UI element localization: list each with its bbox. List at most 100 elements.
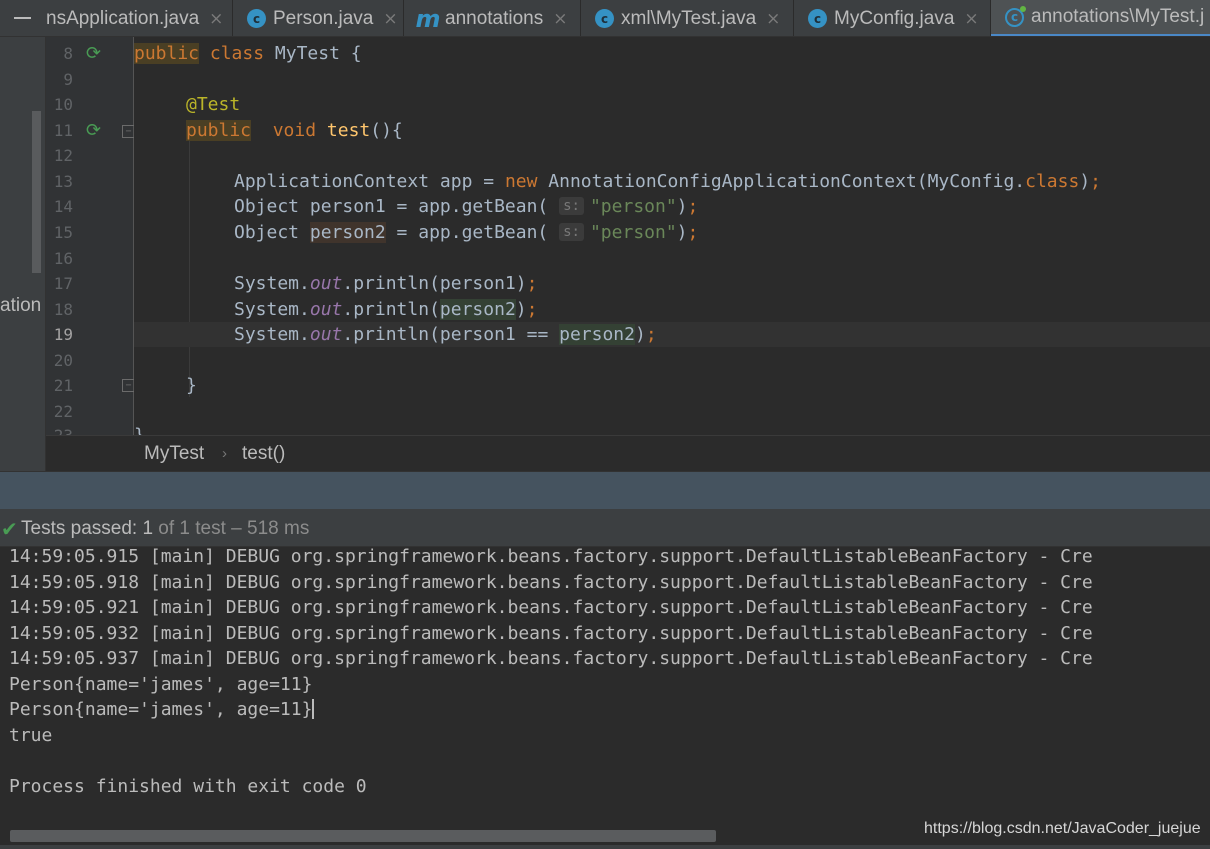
method-name: test xyxy=(326,120,371,141)
code-text: } xyxy=(186,375,197,396)
console-line: 14:59:05.937 [main] DEBUG org.springfram… xyxy=(9,648,1093,669)
code-text: .println(person1) xyxy=(342,273,527,294)
left-scrollbar[interactable] xyxy=(32,111,41,273)
class-icon: c xyxy=(808,9,827,28)
tab-label: annotations xyxy=(445,7,544,29)
breadcrumb-class[interactable]: MyTest xyxy=(144,443,204,465)
editor-tab-bar: nsApplication.java × c Person.java × m a… xyxy=(0,0,1210,37)
breadcrumb-method[interactable]: test() xyxy=(242,443,285,465)
line-number: 15 xyxy=(53,223,73,242)
class-icon: c xyxy=(595,9,614,28)
code-text: ) xyxy=(1079,171,1091,192)
code-text: .println(person1 == xyxy=(342,324,560,345)
tab-xml-mytest[interactable]: c xml\MyTest.java × xyxy=(581,0,794,36)
run-test-icon[interactable]: ⟳ xyxy=(86,122,104,140)
status-total: of 1 test xyxy=(153,518,226,539)
static-field: out xyxy=(309,273,343,294)
variable-highlight: person2 xyxy=(439,299,516,320)
code-line-8: public class MyTest { xyxy=(134,41,1210,66)
text-caret xyxy=(312,699,315,719)
keyword: public xyxy=(134,43,200,64)
line-number: 23 xyxy=(46,423,73,435)
console-line: Process finished with exit code 0 xyxy=(9,776,367,797)
line-number: 20 xyxy=(53,351,73,370)
close-icon[interactable]: × xyxy=(553,9,567,29)
line-number: 12 xyxy=(53,146,73,165)
semicolon: ; xyxy=(1090,171,1101,192)
line-number: 9 xyxy=(63,70,73,89)
code-text: AnnotationConfigApplicationContext(MyCon… xyxy=(537,171,1026,192)
keyword: public xyxy=(186,120,252,141)
status-prefix: Tests passed: xyxy=(21,518,143,539)
scrollbar-thumb[interactable] xyxy=(10,830,716,842)
console-line: Person{name='james', age=11} xyxy=(9,674,313,695)
code-line-11: public void test(){ xyxy=(134,118,1210,143)
run-class-icon[interactable]: ⟳ xyxy=(86,45,104,63)
minimize-icon[interactable] xyxy=(14,17,31,19)
static-field: out xyxy=(309,324,343,345)
semicolon: ; xyxy=(526,299,538,320)
breadcrumb: MyTest › test() xyxy=(46,435,1210,471)
tab-myconfig[interactable]: c MyConfig.java × xyxy=(794,0,991,36)
tab-bar-lead xyxy=(0,0,44,36)
code-text: System. xyxy=(234,273,310,294)
code-line-19-current: System.out.println(person1 == person2); xyxy=(134,322,1210,347)
console-line: 14:59:05.915 [main] DEBUG org.springfram… xyxy=(9,547,1093,567)
code-line-13: ApplicationContext app = new AnnotationC… xyxy=(134,169,1210,194)
code-text: System. xyxy=(234,324,310,345)
code-line-23: } xyxy=(134,423,1210,435)
semicolon: ; xyxy=(687,222,699,243)
close-icon[interactable]: × xyxy=(383,9,397,29)
close-icon[interactable]: × xyxy=(209,9,223,29)
code-line-14: Object person1 = app.getBean( s: "person"… xyxy=(134,194,1210,219)
watermark: https://blog.csdn.net/JavaCoder_juejue xyxy=(924,820,1201,837)
static-field: out xyxy=(309,299,343,320)
code-line-18: System.out.println(person2); xyxy=(134,297,1210,322)
line-number: 13 xyxy=(53,172,73,191)
code-editor[interactable]: public class MyTest { @Test public void … xyxy=(134,37,1210,435)
close-icon[interactable]: × xyxy=(766,9,780,29)
tab-annotations[interactable]: m annotations × xyxy=(404,0,581,36)
window-bottom-edge xyxy=(0,845,1210,849)
code-text: Object xyxy=(234,222,310,243)
close-icon[interactable]: × xyxy=(964,9,978,29)
line-number: 17 xyxy=(53,274,73,293)
line-number: 10 xyxy=(53,95,73,114)
tab-annotations-mytest[interactable]: c annotations\MyTest.j xyxy=(991,0,1210,36)
code-line-21: } xyxy=(134,373,1210,398)
left-tool-strip: ation xyxy=(0,37,46,471)
status-duration: – 518 ms xyxy=(225,518,310,539)
annotation: @Test xyxy=(186,94,241,115)
line-number: 21 xyxy=(53,376,73,395)
console-output[interactable]: 14:59:05.915 [main] DEBUG org.springfram… xyxy=(0,547,1210,830)
code-line-15: Object person2 = app.getBean( s: "person"… xyxy=(134,220,1210,245)
tab-application[interactable]: nsApplication.java × xyxy=(44,0,233,36)
variable-highlight: person2 xyxy=(559,324,635,345)
keyword: void xyxy=(251,120,327,141)
line-number: 18 xyxy=(53,300,73,319)
keyword: class xyxy=(1025,171,1080,192)
line-number: 22 xyxy=(53,402,73,421)
maven-icon: m xyxy=(415,4,441,33)
code-text: System. xyxy=(234,299,310,320)
tab-person[interactable]: c Person.java × xyxy=(233,0,404,36)
console-line-text: Person{name='james', age=11} xyxy=(9,699,313,720)
parameter-hint: s: xyxy=(559,197,584,215)
code-text: Object person1 = app.getBean( xyxy=(234,196,560,217)
code-text: (){ xyxy=(370,120,403,141)
code-text: ) xyxy=(676,196,688,217)
tab-label: Person.java xyxy=(273,7,374,29)
code-text: } xyxy=(134,425,145,435)
console-line: Person{name='james', age=11} xyxy=(9,697,315,722)
code-line-17: System.out.println(person1); xyxy=(134,271,1210,296)
keyword: class xyxy=(199,43,275,64)
code-text: ApplicationContext app = xyxy=(234,171,505,192)
console-line: 14:59:05.918 [main] DEBUG org.springfram… xyxy=(9,572,1093,593)
line-number: 11 xyxy=(53,121,73,140)
code-text: .println( xyxy=(342,299,440,320)
breadcrumb-separator: › xyxy=(222,445,227,462)
code-text: ) xyxy=(634,324,646,345)
code-text: ) xyxy=(515,299,527,320)
tab-label: annotations\MyTest.j xyxy=(1031,6,1205,27)
line-number-current: 19 xyxy=(53,325,73,344)
